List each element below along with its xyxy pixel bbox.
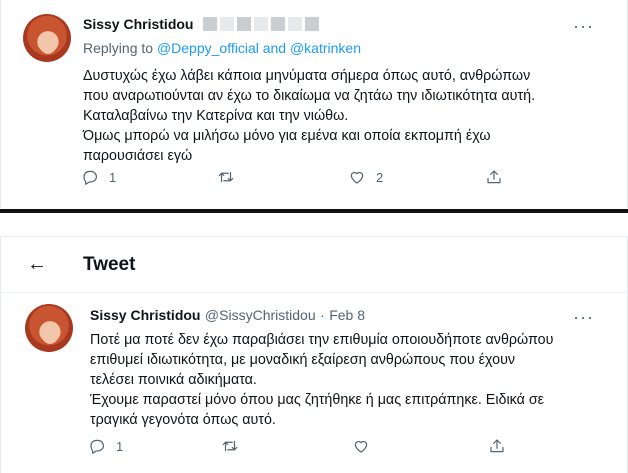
retweet-icon <box>218 171 234 183</box>
tweet-header: Sissy Christidou <box>83 16 319 34</box>
tweet-page-header: ← Tweet <box>1 237 627 293</box>
like-count: 2 <box>376 169 384 185</box>
reply-count: 1 <box>109 169 117 185</box>
redacted-handle <box>200 16 319 33</box>
tweet-line: παρουσιάσει εγώ <box>83 148 193 164</box>
screenshot-divider <box>0 209 628 213</box>
retweet-icon <box>222 440 238 452</box>
replying-prefix: Replying to <box>83 40 154 56</box>
tweet-line: τραγικά γεγονότα όπως αυτό. <box>90 412 276 428</box>
reply-count: 1 <box>116 438 124 454</box>
tweet-detail-panel: ← Tweet Sissy Christidou @SissyChristido… <box>0 236 628 473</box>
back-arrow-icon[interactable]: ← <box>27 253 47 276</box>
author-name[interactable]: Sissy Christidou <box>83 16 193 32</box>
tweet-header: Sissy Christidou @SissyChristidou · Feb … <box>90 307 365 325</box>
tweet-line: Ποτέ μα ποτέ δεν έχω παραβιάσει την επιθ… <box>90 332 554 348</box>
replying-to: Replying to @Deppy_official and @katrink… <box>83 40 361 56</box>
tweet-line: Όμως μπορώ να μιλήσω μόνο για εμένα και … <box>83 128 491 144</box>
page-title: Tweet <box>83 254 136 275</box>
like-button[interactable]: 2 <box>348 168 383 186</box>
tweet-line: Καταλαβαίνω την Κατερίνα και την νιώθω. <box>83 108 349 124</box>
retweet-button[interactable] <box>217 168 235 186</box>
tweet-line: τελέσει ποινικά αδικήματα. <box>90 372 257 388</box>
replying-to-users[interactable]: @Deppy_official and @katrinken <box>157 40 361 56</box>
share-icon <box>490 439 504 453</box>
tweet-date[interactable]: Feb 8 <box>329 307 365 323</box>
reply-button[interactable]: 1 <box>81 168 116 186</box>
tweet-line: Δυστυχώς έχω λάβει κάποια μηνύματα σήμερ… <box>83 68 531 84</box>
reply-icon <box>90 439 104 454</box>
share-button[interactable] <box>485 168 503 186</box>
more-options-icon[interactable]: ··· <box>573 307 594 328</box>
tweet-text: Δυστυχώς έχω λάβει κάποια μηνύματα σήμερ… <box>83 66 623 166</box>
author-avatar[interactable] <box>25 304 73 352</box>
reply-tweet[interactable]: Sissy Christidou ··· Replying to @Deppy_… <box>0 0 628 208</box>
heart-icon <box>350 171 364 184</box>
heart-icon <box>354 440 368 453</box>
reply-icon <box>83 170 97 185</box>
share-button[interactable] <box>488 437 506 455</box>
author-avatar[interactable] <box>23 14 71 62</box>
tweet-line: που αναρωτιούνται αν έχω το δικαίωμα να … <box>83 88 536 104</box>
tweet-line: Έχουμε παραστεί μόνο όπου μας ζητήθηκε ή… <box>90 392 545 408</box>
tweet-line: επιθυμεί ιδιωτικότητα, με μοναδική εξαίρ… <box>90 352 516 368</box>
like-button[interactable] <box>352 437 370 455</box>
author-name[interactable]: Sissy Christidou <box>90 307 200 323</box>
reply-button[interactable]: 1 <box>88 437 123 455</box>
author-handle[interactable]: @SissyChristidou <box>205 307 316 323</box>
retweet-button[interactable] <box>221 437 239 455</box>
share-icon <box>487 170 501 184</box>
separator-dot: · <box>320 307 325 323</box>
tweet-text: Ποτέ μα ποτέ δεν έχω παραβιάσει την επιθ… <box>90 330 625 430</box>
more-options-icon[interactable]: ··· <box>573 16 594 37</box>
